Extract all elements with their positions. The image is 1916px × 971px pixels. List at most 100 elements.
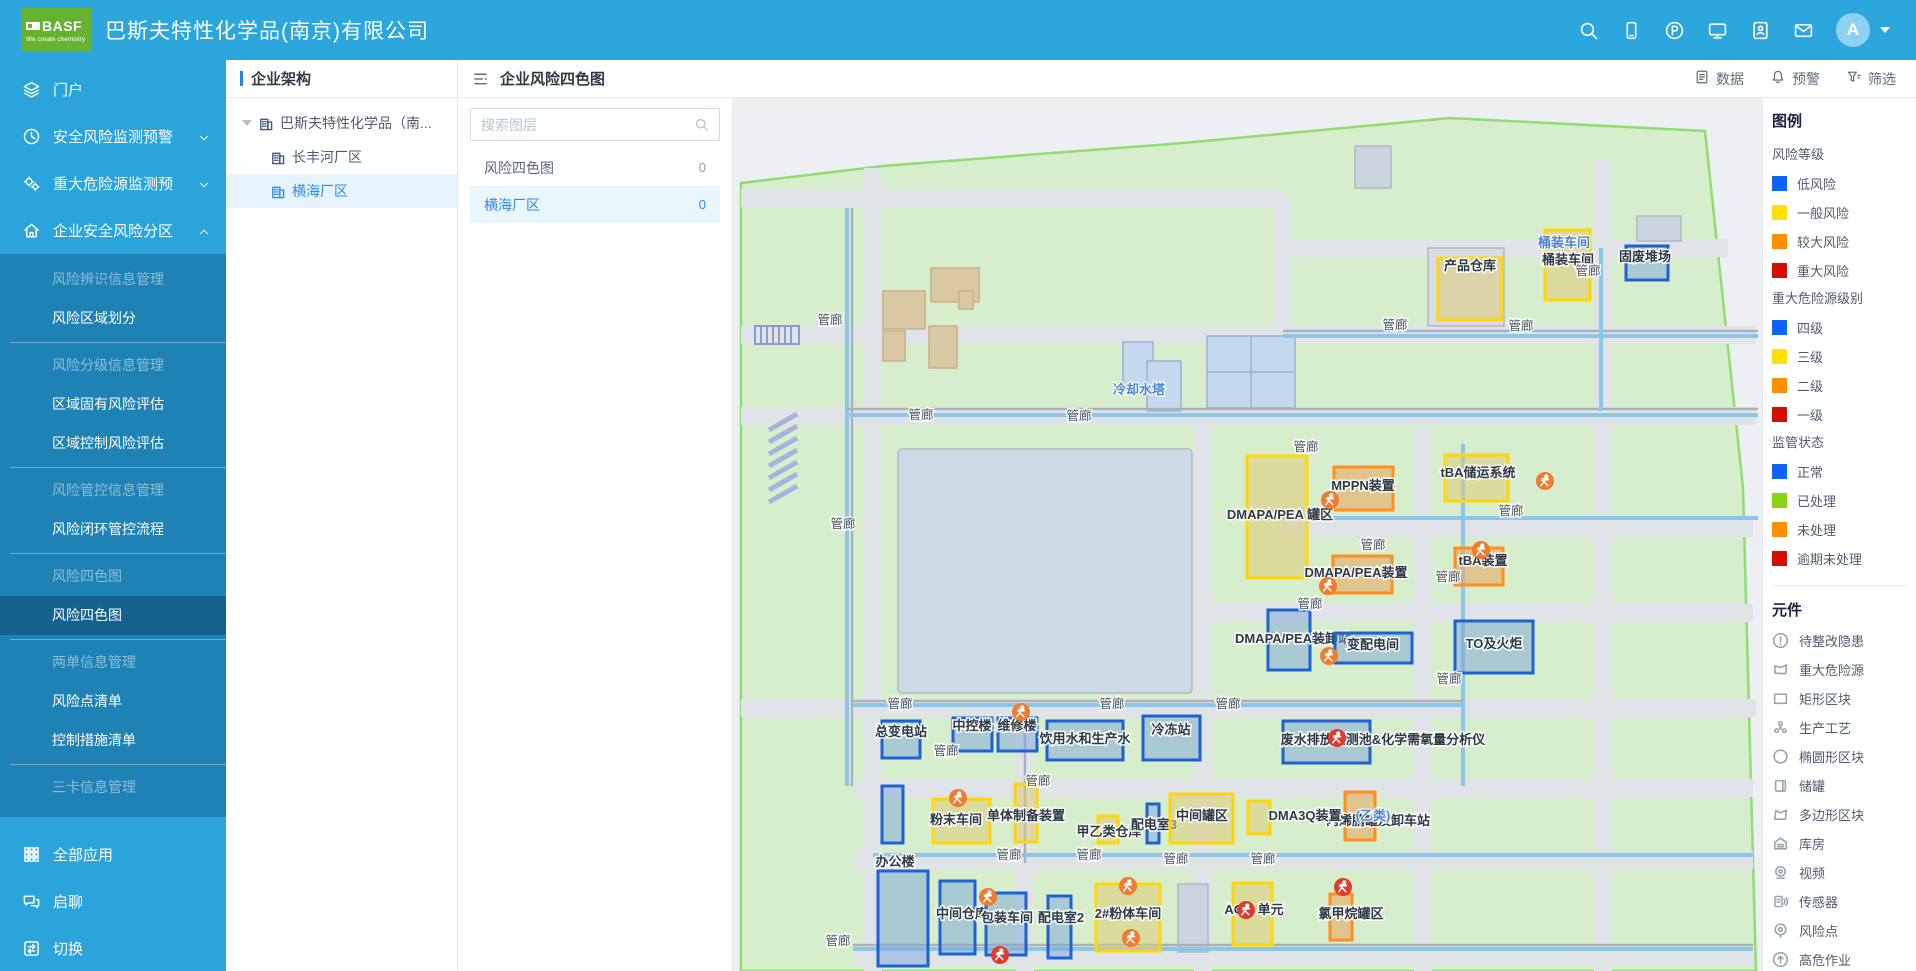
- legend-component-item: 多边形区块: [1772, 800, 1916, 829]
- risk-marker-icon[interactable]: [1320, 647, 1338, 665]
- zone-label: 包装车间: [981, 910, 1033, 925]
- legend-item: 一级: [1772, 400, 1916, 429]
- sidebar-item[interactable]: 门户: [0, 66, 226, 113]
- risk-marker-icon[interactable]: [1319, 577, 1337, 595]
- submenu-item[interactable]: 区域固有风险评估: [0, 385, 226, 424]
- cooling-tower-buildings: [1123, 336, 1295, 411]
- sidebar-item[interactable]: 企业安全风险分区: [0, 207, 226, 254]
- toolbar-button-funnel[interactable]: 筛选: [1846, 69, 1896, 89]
- logo-tagline: We create chemistry: [26, 36, 86, 43]
- contacts-icon[interactable]: [1750, 20, 1771, 41]
- zone-label: MPPN装置: [1331, 478, 1395, 493]
- risk-zone[interactable]: [882, 786, 903, 843]
- layers-icon: [22, 80, 41, 99]
- pipe-corridor-label: 管廊: [1297, 596, 1322, 611]
- layer-item[interactable]: 横海厂区0: [470, 186, 720, 223]
- site-map-svg[interactable]: 产品仓库桶装车间固废堆场MPPN装置tBA储运系统DMAPA/PEA 罐区DMA…: [733, 98, 1762, 971]
- toolbar-button-label: 数据: [1716, 69, 1744, 89]
- legend-components-title: 元件: [1772, 596, 1916, 626]
- pipe-corridor-label: 管廊: [1099, 696, 1124, 711]
- gears-icon: [22, 174, 41, 193]
- submenu-divider: [10, 639, 226, 640]
- org-tree-header: 企业架构: [226, 60, 457, 98]
- layer-item[interactable]: 风险四色图0: [470, 149, 720, 186]
- risk-marker-icon[interactable]: [1122, 929, 1140, 947]
- risk-marker-icon[interactable]: [1012, 703, 1030, 721]
- legend-item: 已处理: [1772, 486, 1916, 515]
- risk-zone-办公楼[interactable]: [878, 871, 928, 966]
- risk-zone-配电室2[interactable]: [1048, 896, 1071, 958]
- sidebar-item[interactable]: 安全风险监测预警: [0, 113, 226, 160]
- risk-marker-icon[interactable]: [1119, 877, 1137, 895]
- main-header: 企业风险四色图 数据预警筛选: [458, 60, 1916, 98]
- sidebar-item[interactable]: 切换: [0, 925, 226, 971]
- phone-icon[interactable]: [1621, 20, 1642, 41]
- mail-icon[interactable]: [1793, 20, 1814, 41]
- zone-label: TO及火炬: [1466, 636, 1523, 651]
- legend-component-label: 风险点: [1799, 921, 1838, 940]
- legend-item-label: 低风险: [1797, 174, 1836, 193]
- map-label: 冷却水塔: [1113, 382, 1166, 397]
- toolbar-button-doc[interactable]: 数据: [1694, 69, 1744, 89]
- tree-node[interactable]: 长丰河厂区: [226, 140, 457, 174]
- risk-marker-icon[interactable]: [949, 789, 967, 807]
- search-icon[interactable]: [694, 117, 709, 132]
- legend-component-item: 高危作业: [1772, 945, 1916, 971]
- submenu-item[interactable]: 区域控制风险评估: [0, 424, 226, 463]
- risk-marker-icon[interactable]: [979, 888, 997, 906]
- risk-zone[interactable]: [1248, 801, 1270, 834]
- bell-icon: [1770, 69, 1786, 88]
- site-map[interactable]: 产品仓库桶装车间固废堆场MPPN装置tBA储运系统DMAPA/PEA 罐区DMA…: [733, 98, 1762, 971]
- pipe-corridor-label: 管廊: [825, 933, 850, 948]
- submenu-item[interactable]: 风险点清单: [0, 682, 226, 721]
- search-icon[interactable]: [1578, 20, 1599, 41]
- legend-item: 逾期未处理: [1772, 544, 1916, 573]
- zone-label: 中控楼: [952, 718, 991, 733]
- legend-component-item: 视频: [1772, 858, 1916, 887]
- work-icon: [1772, 951, 1789, 968]
- sidebar: 门户安全风险监测预警重大危险源监测预企业安全风险分区 风险辨识信息管理风险区域划…: [0, 60, 226, 971]
- monitor-icon[interactable]: [1707, 20, 1728, 41]
- tree-caret-icon[interactable]: [242, 120, 252, 126]
- zone-label: 废水排放检测池&化学需氧量分析仪: [1281, 732, 1486, 747]
- sidebar-item[interactable]: 重大危险源监测预: [0, 160, 226, 207]
- risk-marker-icon[interactable]: [1472, 541, 1490, 559]
- risk-marker-icon[interactable]: [1237, 901, 1255, 919]
- legend-item-label: 正常: [1797, 462, 1823, 481]
- risk-marker-icon[interactable]: [1328, 729, 1346, 747]
- header-icon-group: [1578, 20, 1814, 41]
- sidebar-item-label: 切换: [53, 938, 83, 959]
- layer-search-input[interactable]: [481, 117, 694, 133]
- parking-icon[interactable]: [1664, 20, 1685, 41]
- submenu-item[interactable]: 风险四色图: [0, 596, 226, 635]
- risk-marker-icon[interactable]: [991, 946, 1009, 964]
- sidebar-item[interactable]: 启聊: [0, 878, 226, 925]
- pond: [898, 449, 1192, 693]
- grid-icon: [22, 845, 41, 864]
- legend-component-label: 重大危险源: [1799, 660, 1864, 679]
- sidebar-item-label: 全部应用: [53, 844, 113, 865]
- building-icon: [270, 184, 285, 199]
- tree-node[interactable]: 横海厂区: [226, 174, 457, 208]
- risk-marker-icon[interactable]: [1321, 491, 1339, 509]
- poly-icon: [1772, 806, 1789, 823]
- avatar[interactable]: A: [1836, 13, 1870, 47]
- legend-item-label: 三级: [1797, 347, 1823, 366]
- avatar-caret-icon[interactable]: [1880, 27, 1890, 33]
- pipe-corridor-label: 管廊: [1382, 317, 1407, 332]
- hazard-icon: [1772, 661, 1789, 678]
- submenu-item[interactable]: 控制措施清单: [0, 721, 226, 760]
- tree-node[interactable]: 巴斯夫特性化学品（南...: [226, 106, 457, 140]
- legend-item: 四级: [1772, 313, 1916, 342]
- risk-marker-icon[interactable]: [1536, 472, 1554, 490]
- pipe-corridor-label: 管廊: [1215, 696, 1240, 711]
- sidebar-item[interactable]: 全部应用: [0, 831, 226, 878]
- map-label: (乙类): [1356, 808, 1391, 823]
- legend-swatch: [1772, 522, 1787, 537]
- submenu-item[interactable]: 风险闭环管控流程: [0, 510, 226, 549]
- submenu-item[interactable]: 风险区域划分: [0, 299, 226, 338]
- risk-marker-icon[interactable]: [1334, 878, 1352, 896]
- toolbar-button-bell[interactable]: 预警: [1770, 69, 1820, 89]
- legend-divider: [1772, 585, 1908, 586]
- legend-item-label: 重大风险: [1797, 261, 1849, 280]
